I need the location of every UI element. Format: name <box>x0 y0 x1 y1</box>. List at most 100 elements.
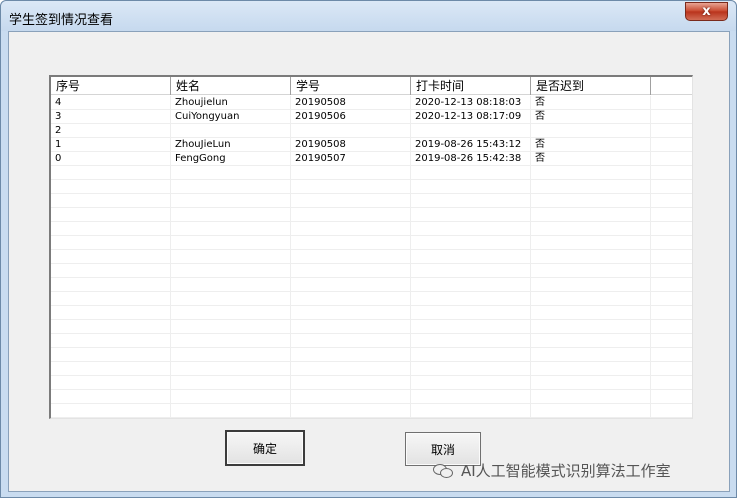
empty-row <box>51 278 692 292</box>
cell-late <box>531 264 651 278</box>
close-button[interactable]: x <box>685 2 728 21</box>
cell-student-id <box>291 390 411 404</box>
window-title: 学生签到情况查看 <box>9 13 114 28</box>
cell-student-id <box>291 320 411 334</box>
cell-student-id <box>291 376 411 390</box>
cell-index <box>51 292 171 306</box>
attendance-list-view[interactable]: 序号 姓名 学号 打卡时间 是否迟到 4 Zhoujielun 20190508 20… <box>49 75 693 419</box>
cell-name <box>171 250 291 264</box>
cell-checkin-time <box>411 236 531 250</box>
cell-name <box>171 166 291 180</box>
cell-index: 0 <box>51 152 171 166</box>
cell-index <box>51 348 171 362</box>
cell-name <box>171 320 291 334</box>
cell-index <box>51 208 171 222</box>
cell-student-id <box>291 180 411 194</box>
cell-late <box>531 404 651 418</box>
cell-late <box>531 166 651 180</box>
cell-name <box>171 180 291 194</box>
table-row[interactable]: 4 Zhoujielun 20190508 2020-12-13 08:18:03 否 <box>51 96 692 110</box>
empty-row <box>51 194 692 208</box>
cell-filler <box>651 376 691 390</box>
cell-index <box>51 390 171 404</box>
watermark-text: AI人工智能模式识别算法工作室 <box>461 462 671 480</box>
list-header: 序号 姓名 学号 打卡时间 是否迟到 <box>51 77 692 95</box>
cell-checkin-time <box>411 180 531 194</box>
column-header-name[interactable]: 姓名 <box>171 77 291 95</box>
cell-filler <box>651 334 691 348</box>
empty-row <box>51 348 692 362</box>
cell-index: 4 <box>51 96 171 110</box>
cell-name <box>171 292 291 306</box>
cell-late: 否 <box>531 152 651 166</box>
table-row[interactable]: 1 ZhouJieLun 20190508 2019-08-26 15:43:12 否 <box>51 138 692 152</box>
ok-button[interactable]: 确定 <box>225 430 305 466</box>
cell-student-id <box>291 264 411 278</box>
cell-name <box>171 334 291 348</box>
cell-checkin-time <box>411 334 531 348</box>
cell-name: FengGong <box>171 152 291 166</box>
cell-checkin-time: 2019-08-26 15:43:12 <box>411 138 531 152</box>
dialog-client-area: 序号 姓名 学号 打卡时间 是否迟到 4 Zhoujielun 20190508 20… <box>8 31 730 492</box>
cell-index: 3 <box>51 110 171 124</box>
cell-filler <box>651 404 691 418</box>
cell-checkin-time <box>411 278 531 292</box>
table-row[interactable]: 0 FengGong 20190507 2019-08-26 15:42:38 否 <box>51 152 692 166</box>
column-header-checkin-time[interactable]: 打卡时间 <box>411 77 531 95</box>
cell-filler <box>651 194 691 208</box>
table-row[interactable]: 2 <box>51 124 692 138</box>
cell-filler <box>651 124 691 138</box>
cell-checkin-time <box>411 124 531 138</box>
column-header-late[interactable]: 是否迟到 <box>531 77 651 95</box>
table-row[interactable]: 3 CuiYongyuan 20190506 2020-12-13 08:17:09 否 <box>51 110 692 124</box>
cell-student-id <box>291 250 411 264</box>
cell-index: 2 <box>51 124 171 138</box>
cell-index <box>51 404 171 418</box>
cell-late <box>531 194 651 208</box>
cell-checkin-time <box>411 376 531 390</box>
column-header-index[interactable]: 序号 <box>51 77 171 95</box>
cell-checkin-time <box>411 208 531 222</box>
cell-filler <box>651 250 691 264</box>
cell-name: CuiYongyuan <box>171 110 291 124</box>
cell-index <box>51 278 171 292</box>
empty-row <box>51 166 692 180</box>
cell-late <box>531 236 651 250</box>
cell-checkin-time <box>411 362 531 376</box>
title-bar[interactable]: 学生签到情况查看 x <box>1 1 736 31</box>
cell-student-id <box>291 278 411 292</box>
cell-filler <box>651 110 691 124</box>
empty-row <box>51 250 692 264</box>
cell-index <box>51 306 171 320</box>
cell-late <box>531 180 651 194</box>
cell-name <box>171 222 291 236</box>
cell-late <box>531 222 651 236</box>
cell-index <box>51 166 171 180</box>
close-icon: x <box>702 4 711 19</box>
column-header-student-id[interactable]: 学号 <box>291 77 411 95</box>
cell-late <box>531 320 651 334</box>
cell-filler <box>651 362 691 376</box>
cell-checkin-time <box>411 348 531 362</box>
cell-student-id <box>291 194 411 208</box>
cell-checkin-time <box>411 264 531 278</box>
cell-late: 否 <box>531 138 651 152</box>
cell-index <box>51 180 171 194</box>
cell-name <box>171 236 291 250</box>
cell-student-id: 20190507 <box>291 152 411 166</box>
cell-filler <box>651 292 691 306</box>
cell-index <box>51 376 171 390</box>
cell-index <box>51 334 171 348</box>
cell-checkin-time <box>411 306 531 320</box>
cell-student-id <box>291 404 411 418</box>
empty-row <box>51 390 692 404</box>
cell-checkin-time <box>411 222 531 236</box>
cell-checkin-time <box>411 166 531 180</box>
cell-student-id: 20190506 <box>291 110 411 124</box>
cell-name <box>171 278 291 292</box>
empty-row <box>51 306 692 320</box>
empty-row <box>51 180 692 194</box>
cell-name <box>171 194 291 208</box>
cell-filler <box>651 96 691 110</box>
empty-row <box>51 292 692 306</box>
